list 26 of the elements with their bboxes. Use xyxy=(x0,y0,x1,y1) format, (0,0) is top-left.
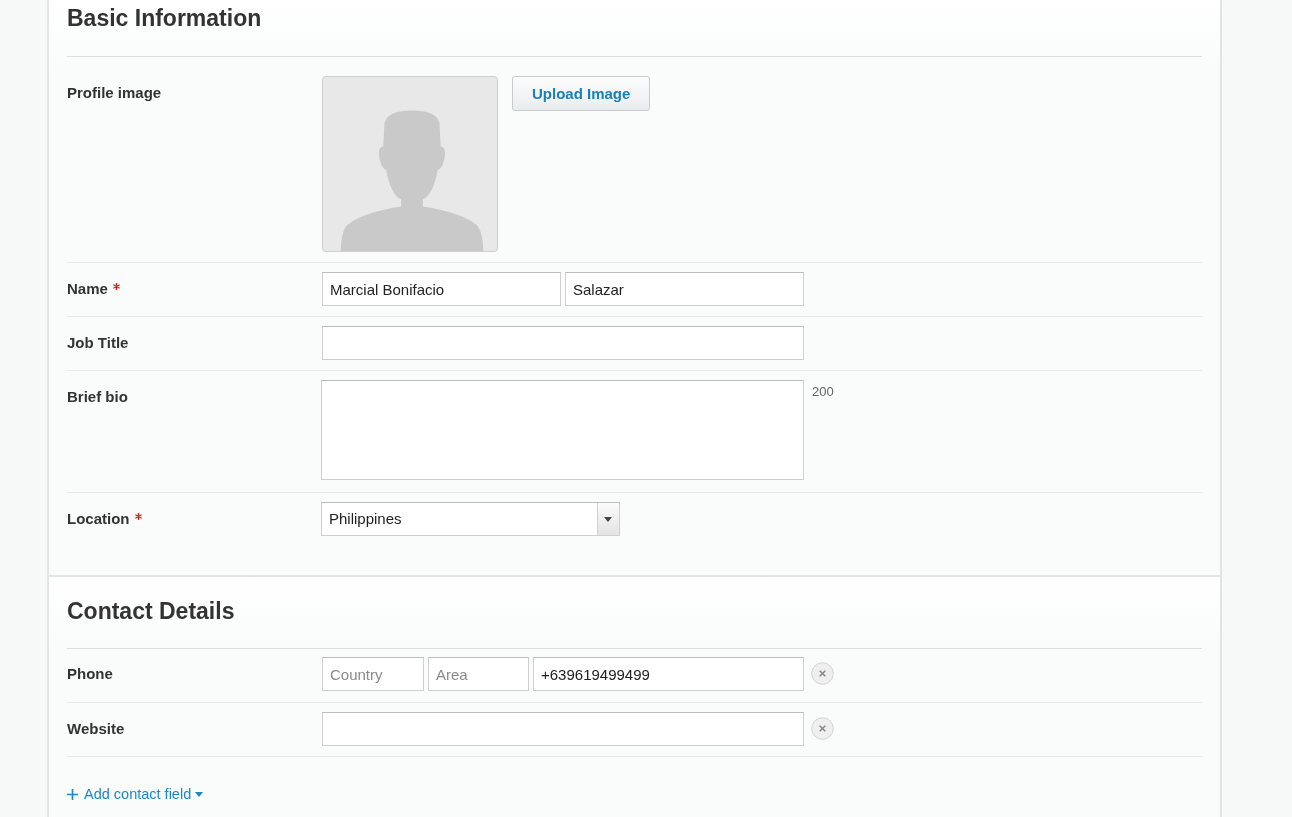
input-field[interactable]: Area xyxy=(428,657,529,691)
field-label: Location xyxy=(67,510,130,528)
field-label: Name xyxy=(67,280,108,298)
section-heading: Contact Details xyxy=(67,597,235,625)
remove-icon[interactable] xyxy=(811,662,834,685)
field-label: Phone xyxy=(67,665,113,683)
field-label: Profile image xyxy=(67,84,162,102)
field-label: Website xyxy=(67,720,125,738)
input-field[interactable]: +639619499499 xyxy=(533,657,804,691)
caret-icon xyxy=(195,792,204,797)
add-contact-field-link[interactable]: Add contact field xyxy=(67,784,204,804)
text-area-field[interactable] xyxy=(321,380,804,480)
field-label: Job Title xyxy=(67,334,129,352)
character-count: 200 xyxy=(812,384,834,400)
input-field[interactable]: Salazar xyxy=(565,272,804,306)
remove-icon[interactable] xyxy=(811,717,834,740)
input-field[interactable]: Country xyxy=(322,657,424,691)
field-label: Brief bio xyxy=(67,388,128,406)
upload-image-button[interactable]: Upload Image xyxy=(512,76,651,111)
input-field[interactable]: Marcial Bonifacio xyxy=(322,272,561,306)
caret-icon[interactable] xyxy=(597,503,619,535)
section-heading: Basic Information xyxy=(67,4,262,32)
dropdown-select[interactable]: Philippines xyxy=(321,502,620,536)
plus-icon xyxy=(67,788,78,800)
input-field[interactable] xyxy=(322,712,804,746)
input-field[interactable] xyxy=(322,326,804,360)
